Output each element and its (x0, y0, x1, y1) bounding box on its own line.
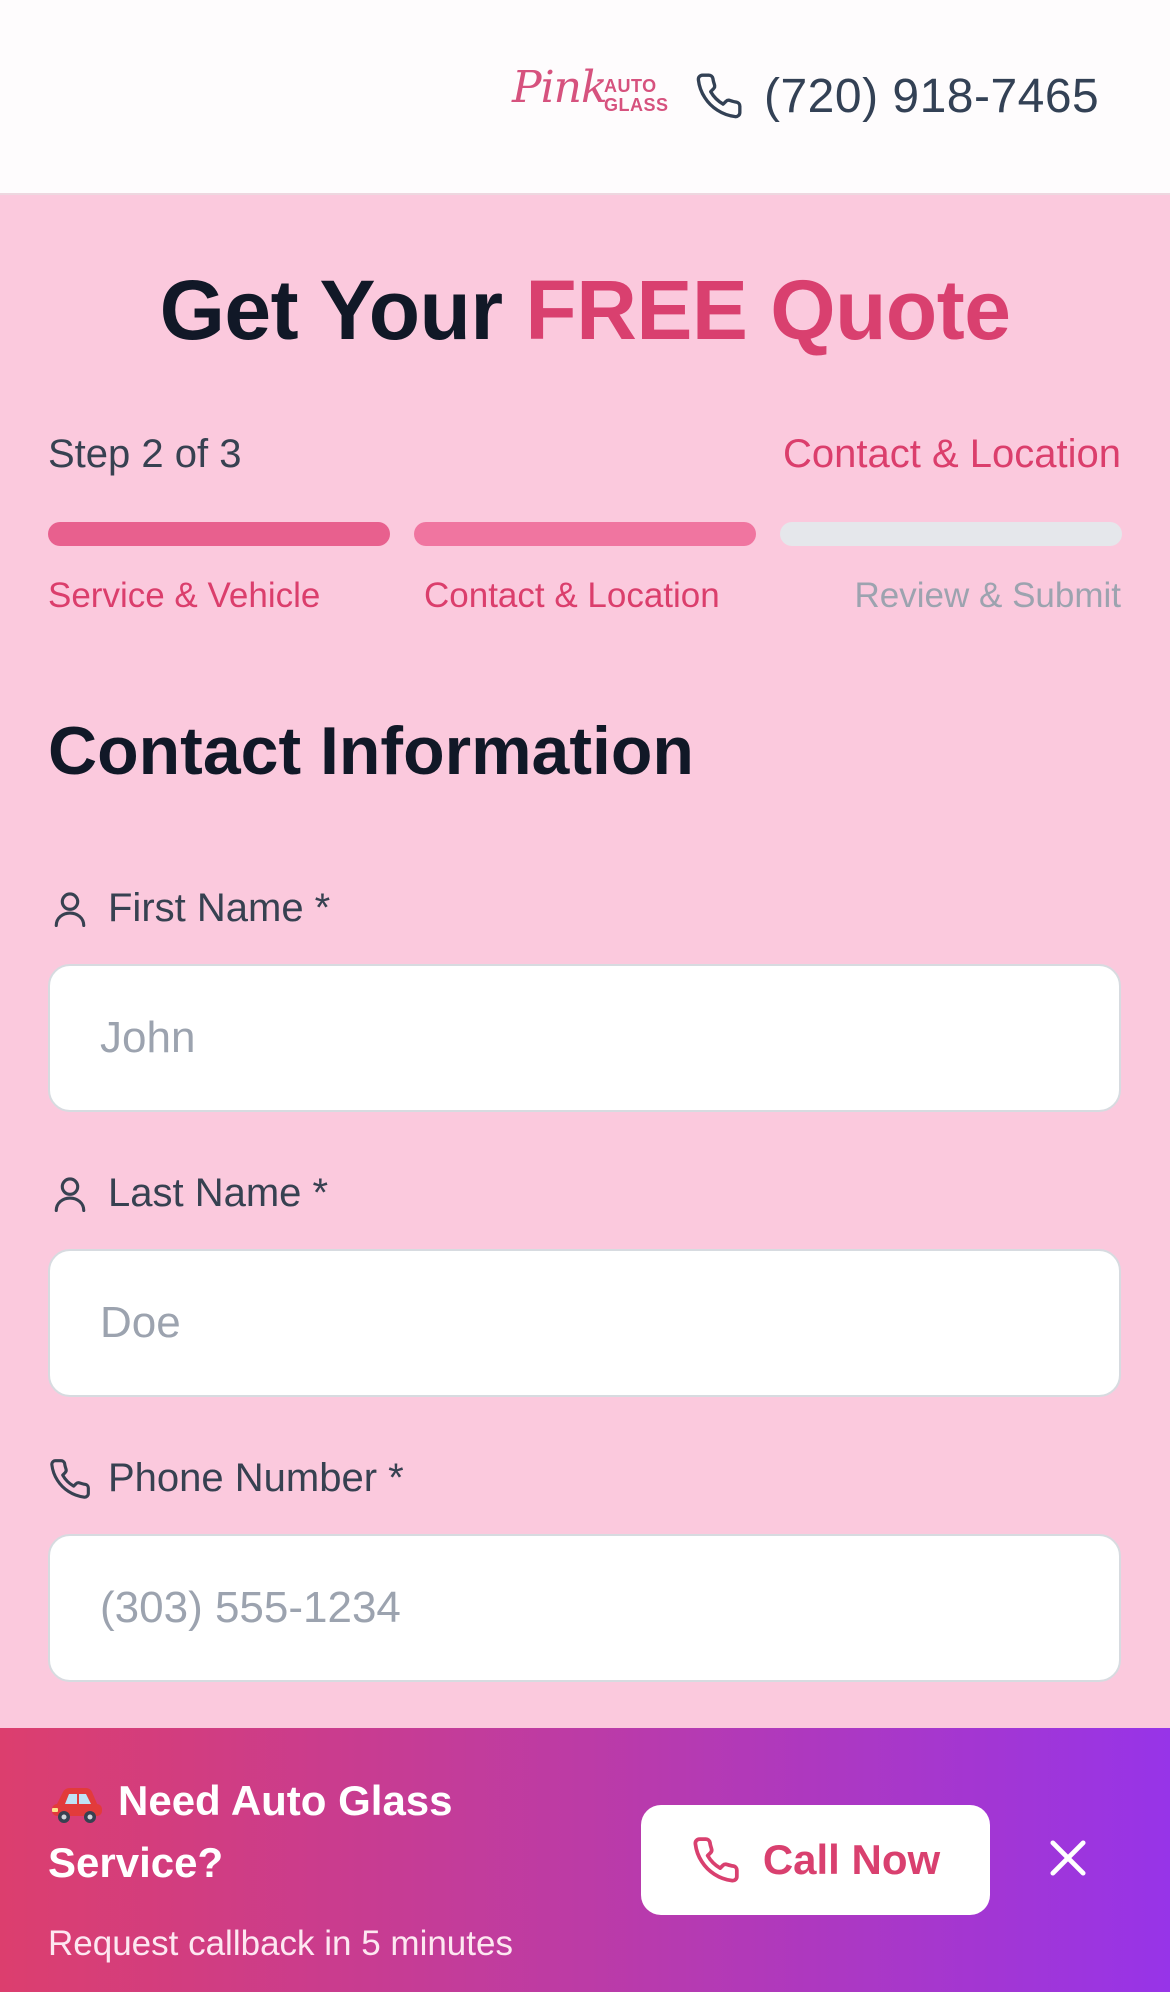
user-icon (54, 1176, 86, 1212)
phone-number-input[interactable] (48, 1534, 1121, 1682)
title-accent: FREE Quote (525, 263, 1011, 357)
phone-number-label-text: Phone Number * (108, 1456, 404, 1500)
section-title: Contact Information (48, 713, 694, 789)
last-name-label-text: Last Name * (108, 1171, 329, 1215)
first-name-label-text: First Name * (108, 886, 331, 930)
call-now-label: Call Now (762, 1836, 941, 1883)
pink-auto-glass-logo[interactable]: Pink AUTO GLASS (512, 60, 668, 120)
phone-icon (50, 1458, 90, 1499)
first-name-input[interactable] (48, 964, 1121, 1112)
progress-bar-step-1 (48, 522, 390, 546)
call-now-button[interactable]: Call Now (641, 1805, 990, 1915)
logo-glass-text: GLASS (604, 95, 669, 115)
last-name-input[interactable] (48, 1249, 1121, 1397)
logo-auto-text: AUTO (604, 76, 657, 96)
current-step-name: Contact & Location (783, 432, 1121, 476)
user-icon (54, 891, 86, 927)
step-label-contact-location: Contact & Location (424, 576, 720, 615)
phone-icon (696, 73, 742, 119)
step-counter: Step 2 of 3 (48, 432, 242, 476)
callback-banner: Need Auto Glass Service? Request callbac… (0, 1728, 1170, 1992)
step-label-service-vehicle: Service & Vehicle (48, 576, 321, 615)
banner-title: Need Auto Glass Service? (48, 1770, 608, 1894)
phone-number-label: Phone Number * (48, 1456, 404, 1501)
progress-bar-step-2 (414, 522, 756, 546)
header-phone-number: (720) 918-7465 (764, 69, 1100, 123)
car-icon (52, 1787, 102, 1823)
banner-subtitle: Request callback in 5 minutes (48, 1924, 513, 1963)
logo-script-text: Pink (512, 62, 608, 113)
last-name-label: Last Name * (48, 1171, 328, 1216)
site-header: Pink AUTO GLASS (720) 918-7465 (0, 0, 1170, 195)
close-icon[interactable] (1042, 1832, 1094, 1884)
progress-bar-step-3 (780, 522, 1122, 546)
banner-title-text: Need Auto Glass Service? (48, 1777, 453, 1886)
header-phone-link[interactable]: (720) 918-7465 (694, 66, 1099, 126)
title-main: Get Your (159, 263, 503, 357)
phone-icon (693, 1837, 739, 1883)
step-label-review-submit: Review & Submit (854, 576, 1121, 615)
first-name-label: First Name * (48, 886, 330, 931)
page-title: Get Your FREE Quote (0, 262, 1170, 359)
